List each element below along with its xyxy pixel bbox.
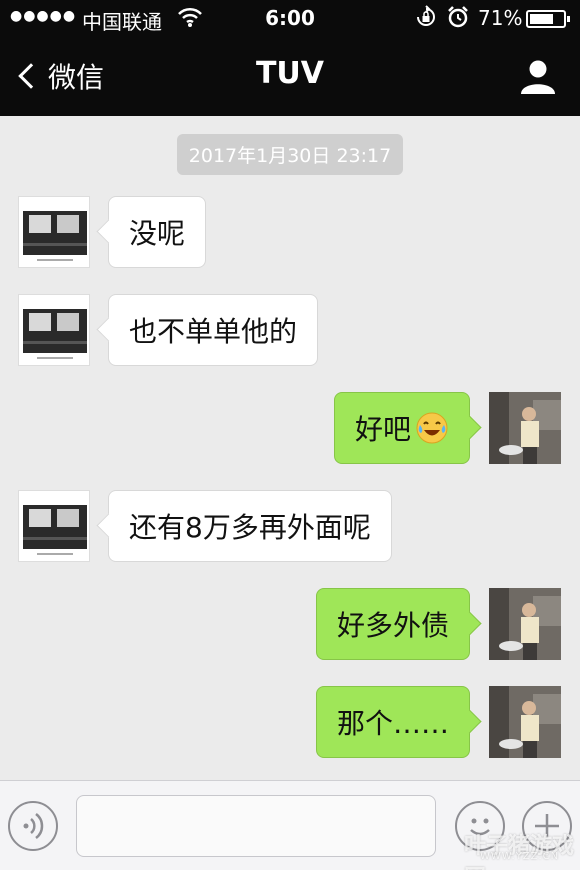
voice-icon[interactable] [8, 801, 58, 851]
sent-message-bubble[interactable]: 好多外债 [315, 588, 470, 660]
sent-message-bubble[interactable]: 那个…… [315, 686, 470, 758]
watermark-url: WWW.YZZ.CN [480, 851, 560, 862]
timestamp-row: 2017年1月30日 23:17 [0, 134, 580, 175]
message-text: 那个…… [336, 707, 449, 740]
person-icon[interactable] [518, 56, 558, 96]
laugh-cry-emoji-icon [415, 411, 449, 445]
nav-bar: 微信 TUV [0, 38, 580, 116]
my-avatar[interactable] [489, 588, 561, 660]
message-text: 也不单单他的 [129, 315, 298, 348]
message-text: 好多外债 [336, 609, 449, 642]
message-text: 没呢 [129, 217, 186, 250]
message-text: 好吧 [354, 413, 411, 446]
orientation-lock-icon [414, 5, 438, 34]
contact-avatar[interactable] [18, 294, 90, 366]
battery-fill [530, 14, 553, 24]
alarm-icon [446, 5, 470, 34]
my-avatar[interactable] [489, 686, 561, 758]
chat-title: TUV [255, 56, 325, 91]
contact-avatar[interactable] [18, 196, 90, 268]
battery-percent: 71% [478, 6, 523, 30]
message-input[interactable] [76, 795, 436, 857]
plus-icon[interactable] [522, 801, 572, 851]
contact-avatar[interactable] [18, 490, 90, 562]
status-bar: ●●●●● 中国联通 6:00 71% [0, 0, 580, 38]
message-text: 还有8万多再外面呢 [129, 511, 371, 544]
battery-icon [526, 10, 570, 28]
received-message-bubble[interactable]: 也不单单他的 [108, 294, 319, 366]
emoji-icon[interactable] [455, 801, 505, 851]
received-message-bubble[interactable]: 没呢 [108, 196, 207, 268]
my-avatar[interactable] [489, 392, 561, 464]
sent-message-bubble[interactable]: 好吧 [333, 392, 470, 464]
received-message-bubble[interactable]: 还有8万多再外面呢 [108, 490, 392, 562]
message-timestamp: 2017年1月30日 23:17 [176, 134, 404, 175]
